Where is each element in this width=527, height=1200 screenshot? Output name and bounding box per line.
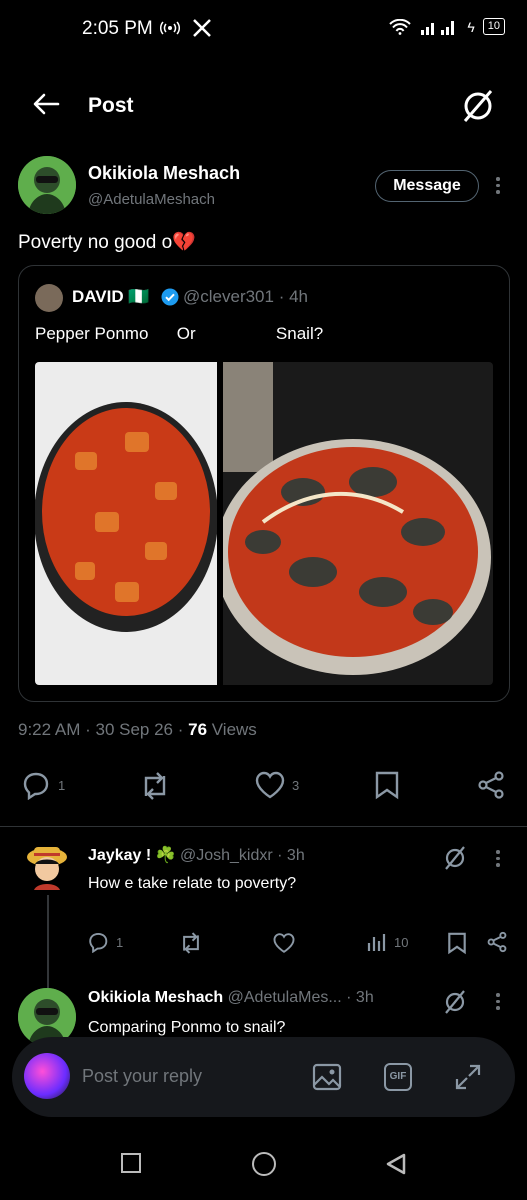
charging-icon: ϟ	[467, 18, 475, 35]
bookmark-icon[interactable]	[447, 931, 467, 955]
like-count: 3	[292, 777, 300, 793]
post-time: 9:22 AM	[18, 720, 81, 739]
reply-count: 1	[116, 934, 124, 950]
message-button[interactable]: Message	[375, 170, 479, 202]
home-button[interactable]	[252, 1152, 276, 1176]
snail-stew-image[interactable]	[223, 362, 493, 685]
reply-handle-time[interactable]: @AdetulaMes... · 3h	[228, 989, 374, 1006]
reply-avatar[interactable]	[22, 842, 72, 894]
grok-icon[interactable]	[461, 88, 495, 124]
reply-count: 1	[58, 777, 66, 793]
back-arrow-icon[interactable]	[32, 92, 60, 116]
views-button[interactable]: 10	[366, 931, 408, 953]
share-icon[interactable]	[486, 931, 508, 953]
reply-text: How e take relate to poverty?	[88, 875, 297, 892]
author-avatar[interactable]	[18, 156, 76, 214]
heart-icon	[255, 771, 285, 799]
page-title: Post	[88, 94, 134, 117]
reply-handle-time[interactable]: @Josh_kidxr · 3h	[180, 847, 305, 864]
reply-input[interactable]: Post your reply	[82, 1066, 202, 1087]
repost-icon[interactable]	[138, 772, 172, 800]
more-options-icon[interactable]	[496, 850, 500, 867]
gif-button[interactable]: GIF	[384, 1063, 412, 1091]
reply-text: Comparing Ponmo to snail?	[88, 1019, 286, 1036]
more-options-icon[interactable]	[496, 177, 500, 194]
repost-icon[interactable]	[178, 932, 204, 954]
reply-author-name[interactable]: Okikiola Meshach	[88, 989, 223, 1006]
reply-button[interactable]: 1	[88, 931, 123, 953]
share-icon[interactable]	[476, 770, 506, 800]
author-handle[interactable]: @AdetulaMeshach	[88, 191, 215, 208]
quote-text: Pepper Ponmo Or Snail?	[35, 324, 324, 343]
expand-icon[interactable]	[454, 1063, 482, 1091]
post-text: Poverty no good o💔	[18, 232, 196, 253]
pepper-ponmo-image[interactable]	[35, 362, 217, 685]
back-nav-icon[interactable]	[384, 1152, 408, 1176]
battery-indicator: 10	[482, 18, 505, 35]
quote-avatar	[35, 284, 63, 312]
like-button[interactable]: 3	[254, 770, 299, 800]
reply-icon	[89, 932, 108, 953]
post-date: 30 Sep 26	[95, 720, 173, 739]
image-icon[interactable]	[312, 1063, 342, 1091]
views-label: Views	[211, 720, 257, 739]
reply-composer[interactable]: Post your reply GIF	[12, 1037, 515, 1117]
author-name[interactable]: Okikiola Meshach	[88, 163, 240, 184]
recent-apps-button[interactable]	[121, 1153, 141, 1173]
views-count: 76	[188, 720, 208, 739]
reply-views: 10	[394, 934, 409, 950]
bookmark-icon[interactable]	[374, 770, 400, 800]
reply-icon	[23, 772, 49, 800]
grok-icon[interactable]	[443, 989, 467, 1015]
x-logo-icon	[193, 19, 211, 37]
grok-icon[interactable]	[443, 845, 467, 871]
quote-handle-time: @clever301 · 4h	[183, 287, 308, 306]
signal-icon	[421, 20, 455, 35]
analytics-icon	[367, 934, 386, 951]
post-meta: 9:22 AM · 30 Sep 26 · 76 Views	[18, 720, 257, 739]
divider	[0, 826, 527, 827]
hotspot-icon	[160, 21, 180, 35]
wifi-icon	[389, 18, 412, 35]
heart-icon[interactable]	[272, 932, 296, 954]
user-avatar	[24, 1053, 70, 1099]
verified-badge-icon	[161, 288, 179, 306]
reply-author-name[interactable]: Jaykay ! ☘️	[88, 847, 176, 864]
quoted-post[interactable]: DAVID 🇳🇬 @clever301 · 4h Pepper Ponmo Or…	[18, 265, 510, 702]
status-time: 2:05 PM	[82, 18, 153, 39]
reply-button[interactable]: 1	[22, 770, 65, 800]
more-options-icon[interactable]	[496, 993, 500, 1010]
thread-line	[47, 895, 49, 990]
quote-author-name: DAVID 🇳🇬	[72, 287, 150, 306]
